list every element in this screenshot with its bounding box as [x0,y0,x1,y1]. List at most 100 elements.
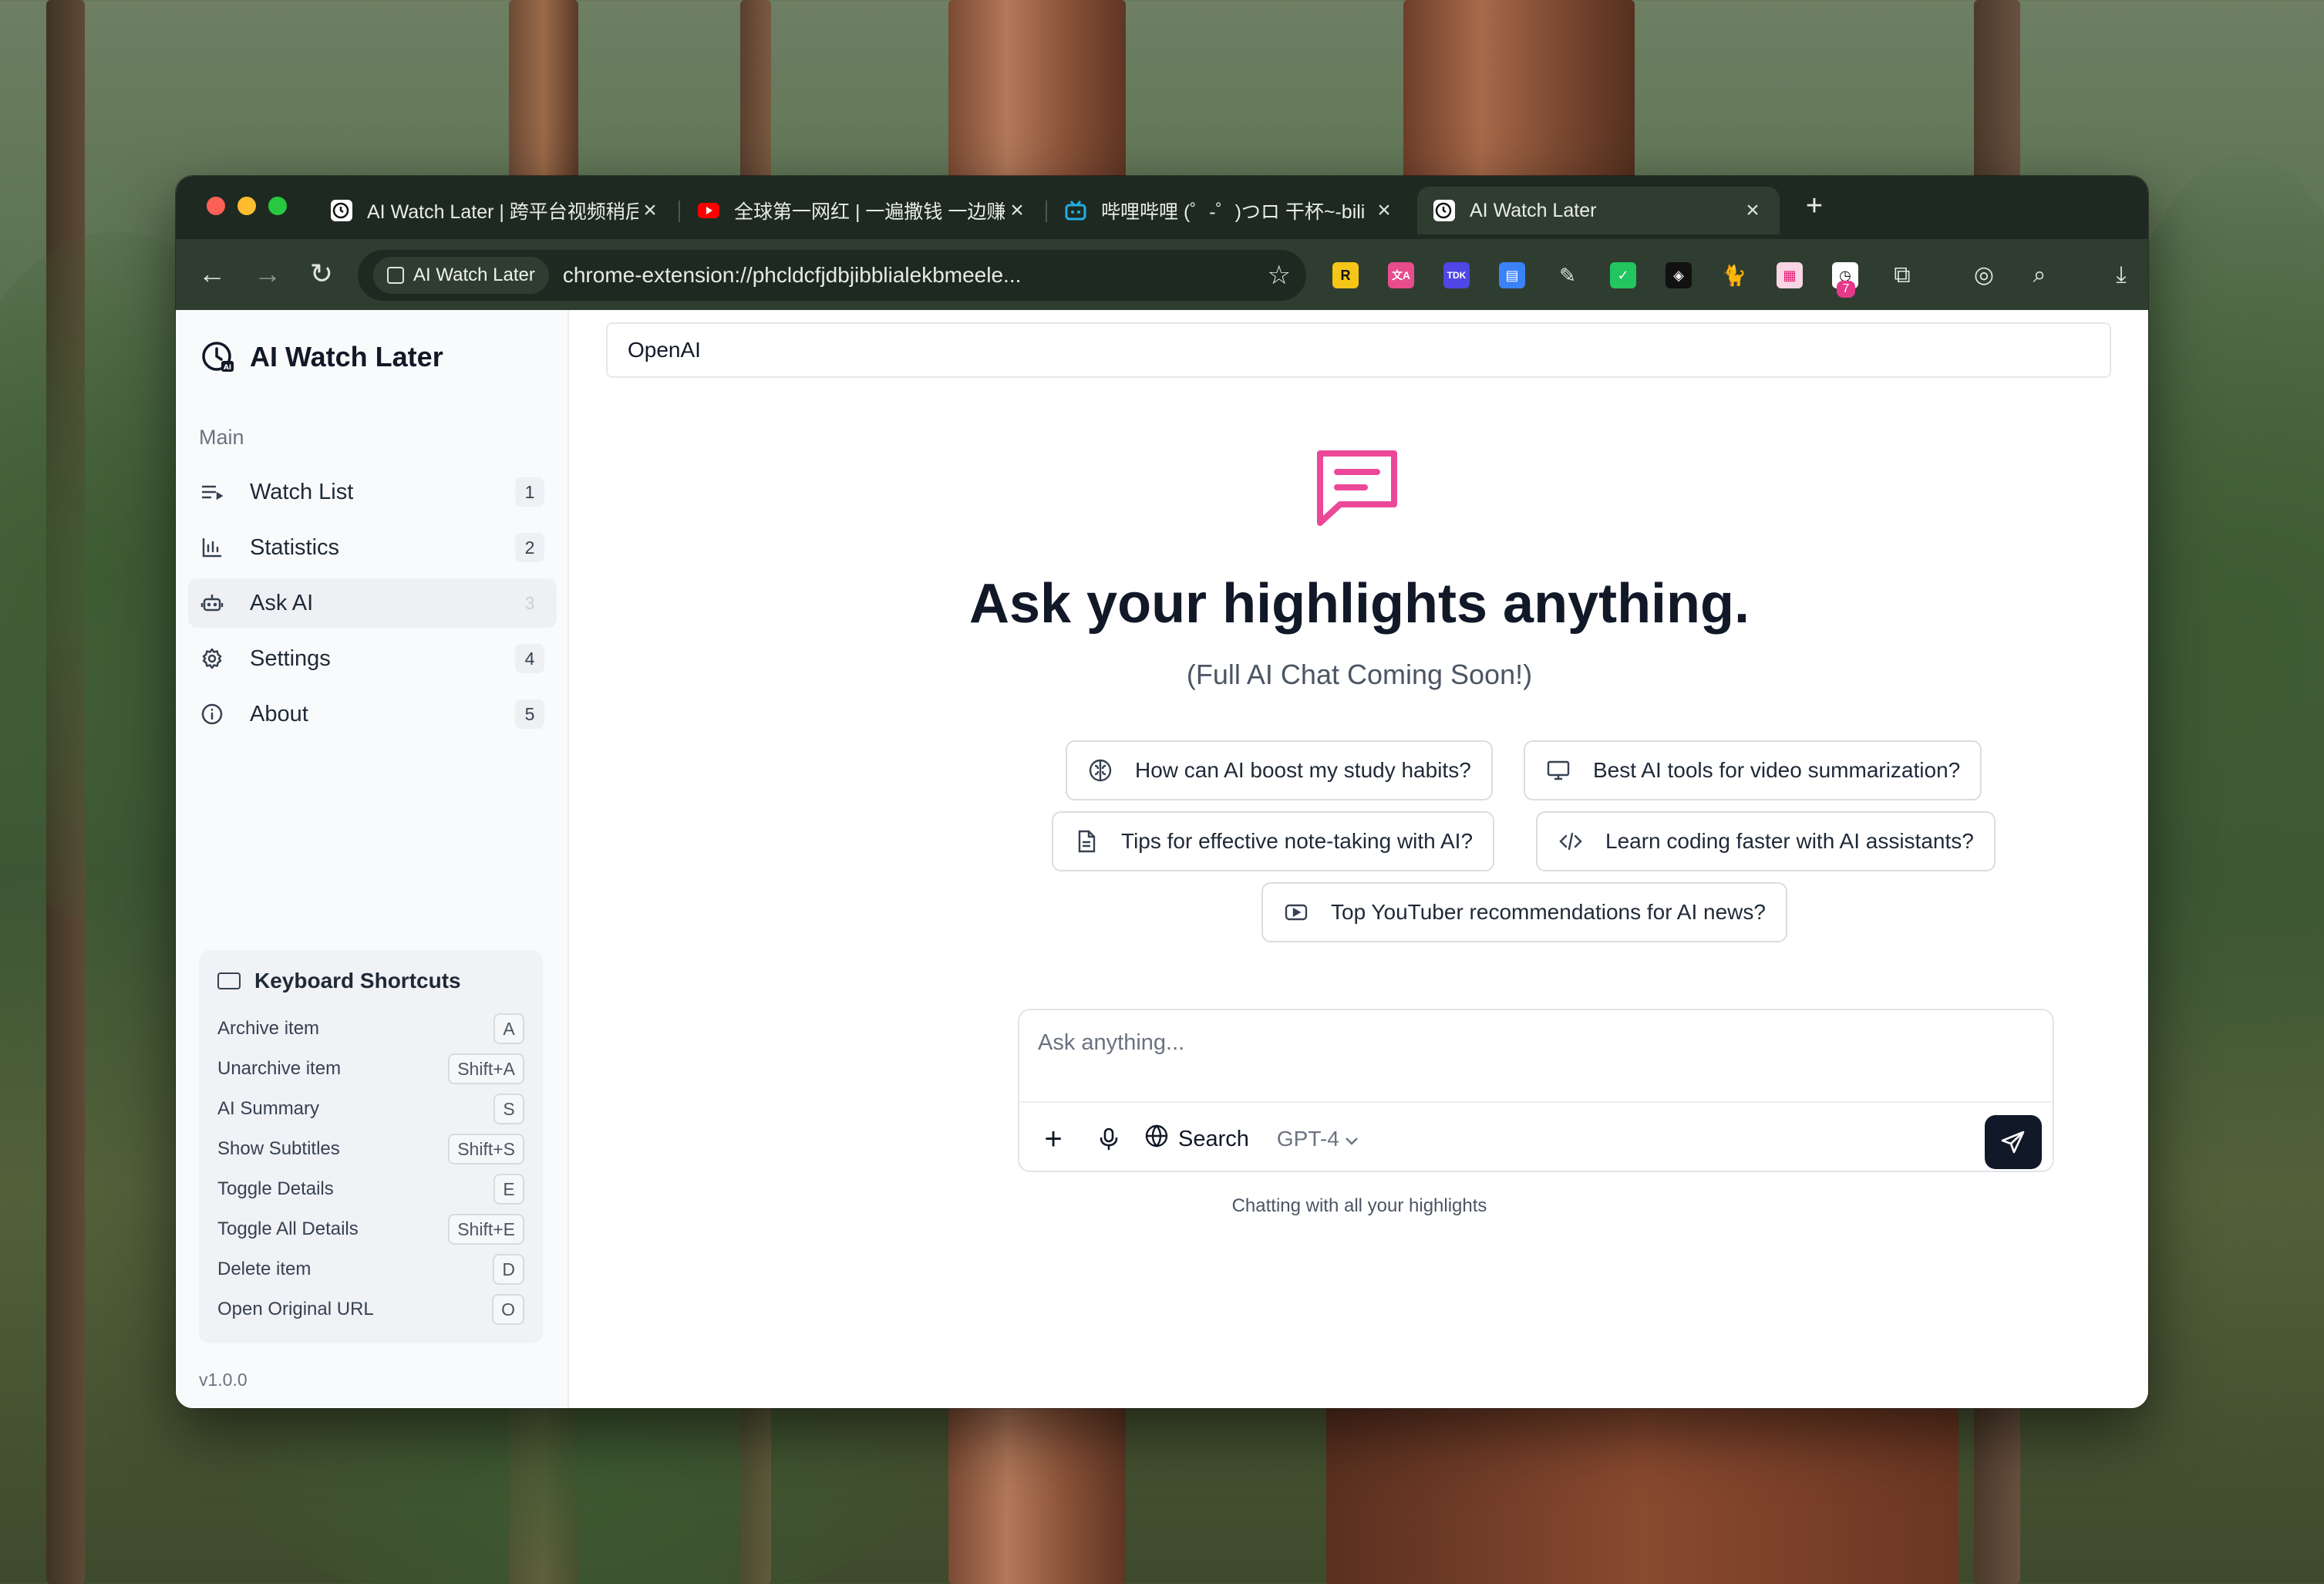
extensions-puzzle-icon[interactable]: ⧉ [1886,259,1918,292]
site-chip-label: AI Watch Later [413,265,535,285]
shortcut-key: D [493,1254,524,1285]
shortcut-label: Delete item [217,1259,312,1279]
bar-chart-icon [200,536,224,559]
microphone-icon[interactable] [1089,1117,1129,1161]
search-toggle-button[interactable]: Search [1144,1117,1249,1161]
app-title: AI Watch Later [250,341,443,372]
close-icon[interactable]: × [1005,197,1029,224]
suggestion-chip[interactable]: Top YouTuber recommendations for AI news… [1261,882,1787,942]
extension-check-icon[interactable]: ✓ [1610,262,1636,288]
list-icon [200,480,224,504]
shortcut-key: A [493,1013,524,1044]
shortcut-label: Unarchive item [217,1058,342,1079]
extension-doc-icon[interactable]: ▤ [1499,262,1525,288]
shortcut-label: Open Original URL [217,1299,374,1319]
brain-icon [1087,757,1113,784]
shortcut-row: Delete item D [217,1249,524,1289]
suggestion-chip[interactable]: Learn coding faster with AI assistants? [1536,811,1996,871]
extension-tdk-icon[interactable]: TDK [1443,262,1470,288]
bilibili-icon [1064,199,1087,222]
close-icon[interactable]: × [1373,197,1396,224]
shortcut-key: O [492,1294,524,1325]
extension-pen-icon[interactable]: ✎ [1554,262,1581,288]
extension-palette-icon[interactable]: ▦ [1777,262,1803,288]
sidebar-item-settings[interactable]: Settings 4 [188,634,557,683]
page-subline: (Full AI Chat Coming Soon!) [1186,659,1533,690]
add-attachment-button[interactable]: + [1033,1117,1073,1161]
shortcut-key: S [493,1094,524,1124]
nav-section-label: Main [199,426,244,449]
shortcut-label: AI Summary [217,1098,320,1119]
page-headline: Ask your highlights anything. [968,573,1750,635]
chat-input[interactable]: Ask anything... [1019,1010,2053,1103]
close-icon[interactable]: × [1741,197,1764,224]
close-window-button[interactable] [207,197,225,215]
tab-title: 哔哩哔哩 (゜-゜)つロ 干杯~-bili [1101,201,1366,223]
topic-input[interactable]: OpenAI [606,322,2111,378]
tab-title: 全球第一网红 | 一遍撒钱 一边赚 [734,201,1005,223]
chat-composer: Ask anything... + Search GPT-4 [1018,1009,2054,1172]
bookmark-star-icon[interactable]: ☆ [1268,260,1291,291]
search-tab-icon[interactable]: ⌕ [2023,259,2056,292]
brand[interactable]: AI AI Watch Later [200,339,443,375]
shortcuts-title: Keyboard Shortcuts [217,969,524,993]
extension-translate-icon[interactable]: 文A [1388,262,1414,288]
tab-youtube[interactable]: 全球第一网红 | 一遍撒钱 一边赚 × [682,187,1044,234]
extension-cat-icon[interactable]: 🐈 [1721,262,1747,288]
screenshot-icon[interactable]: ◎ [1968,259,2000,292]
shortcut-number-badge: 4 [515,644,544,673]
suggestion-label: Learn coding faster with AI assistants? [1605,829,1974,853]
suggestion-chip[interactable]: How can AI boost my study habits? [1066,740,1493,800]
chat-toolbar: + Search GPT-4 [1019,1104,2053,1171]
sidebar-item-label: About [250,701,308,726]
clock-icon [1433,199,1456,222]
sidebar-item-watch-list[interactable]: Watch List 1 [188,467,557,517]
reload-icon[interactable]: ↻ [304,256,339,292]
send-button[interactable] [1985,1115,2042,1169]
message-square-icon [1314,446,1400,532]
sidebar-item-about[interactable]: About 5 [188,689,557,739]
clock-logo-icon: AI [200,339,236,375]
tab-ai-watch-later-active[interactable]: AI Watch Later × [1417,187,1780,234]
url-text[interactable]: chrome-extension://phcldcfjdbjibblialekb… [563,263,1268,288]
shortcut-label: Show Subtitles [217,1138,340,1159]
shortcut-row: Toggle All Details Shift+E [217,1209,524,1249]
site-info-chip[interactable]: AI Watch Later [373,257,549,294]
suggestion-chip[interactable]: Best AI tools for video summarization? [1524,740,1982,800]
file-text-icon [1073,828,1100,854]
zoom-window-button[interactable] [268,197,287,215]
tab-bilibili[interactable]: 哔哩哔哩 (゜-゜)つロ 干杯~-bili × [1049,187,1411,234]
tree-trunk [1326,1404,1959,1584]
shortcut-key: E [493,1174,524,1205]
extension-r-icon[interactable]: R [1332,262,1359,288]
close-icon[interactable]: × [638,197,662,224]
shortcut-number-badge: 2 [515,533,544,562]
search-toggle-label: Search [1178,1126,1249,1151]
shortcut-key: Shift+S [448,1134,524,1164]
clock-icon [330,199,353,222]
app-content: AI AI Watch Later Main Watch List 1 Stat… [176,310,2148,1408]
shortcut-label: Toggle Details [217,1178,334,1199]
shortcut-row: Toggle Details E [217,1169,524,1209]
minimize-window-button[interactable] [237,197,256,215]
keyboard-shortcuts-panel: Keyboard Shortcuts Archive item A Unarchi… [199,950,543,1343]
address-bar[interactable]: AI Watch Later chrome-extension://phcldc… [358,250,1306,301]
sidebar-item-ask-ai[interactable]: Ask AI 3 [188,578,557,628]
suggestion-label: Top YouTuber recommendations for AI news… [1331,900,1766,924]
new-tab-button[interactable]: + [1795,190,1834,223]
extension-badge: 7 [1837,281,1855,298]
back-arrow-icon[interactable]: ← [194,256,230,292]
model-label: GPT-4 [1276,1127,1339,1151]
youtube-icon [697,199,720,222]
chevron-down-icon [1344,1127,1359,1151]
model-selector[interactable]: GPT-4 [1277,1127,1359,1151]
suggestion-chip[interactable]: Tips for effective note-taking with AI? [1052,811,1495,871]
suggestion-label: How can AI boost my study habits? [1135,758,1471,782]
tab-ai-watch-later-1[interactable]: AI Watch Later | 跨平台视频稍后 × [315,187,677,234]
tab-title: AI Watch Later | 跨平台视频稍后 [367,201,638,223]
forward-arrow-icon[interactable]: → [250,256,285,292]
sidebar-item-statistics[interactable]: Statistics 2 [188,523,557,572]
version-label: v1.0.0 [199,1370,248,1390]
extension-layers-icon[interactable]: ◈ [1666,262,1692,288]
download-icon[interactable]: ⤓ [2105,259,2137,292]
